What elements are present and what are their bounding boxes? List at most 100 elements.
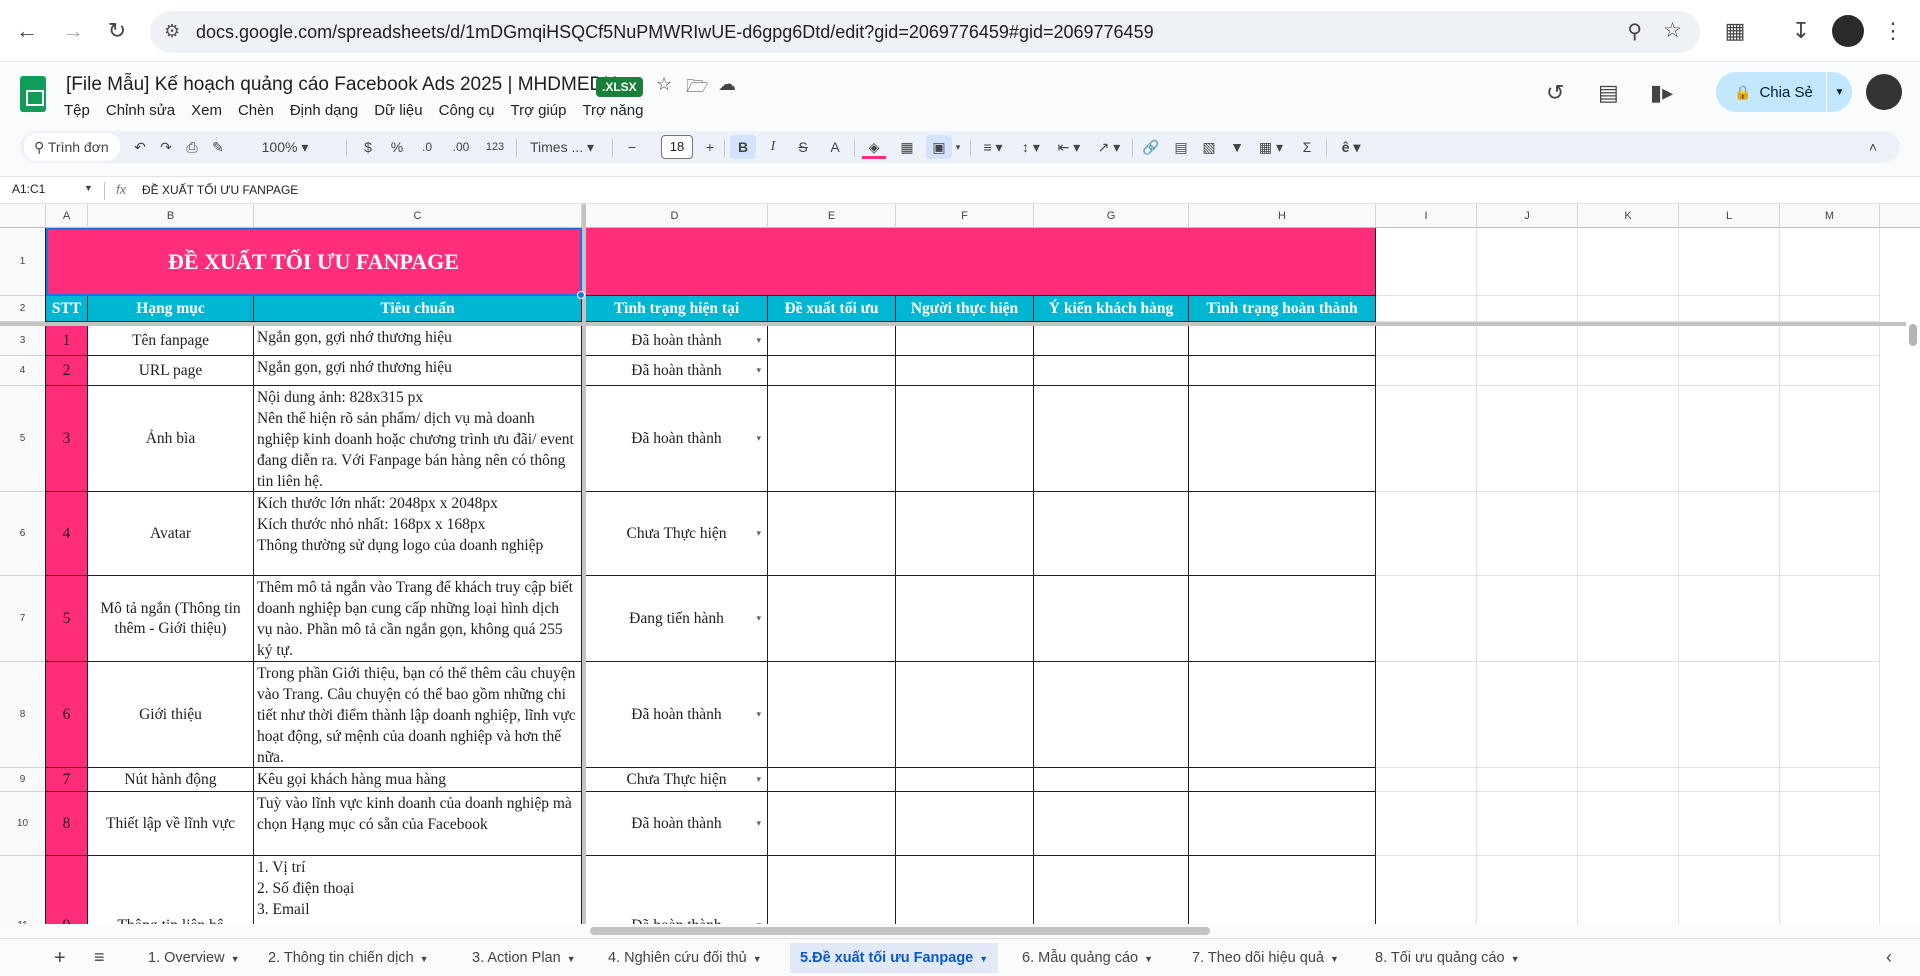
empty-data-cell[interactable] [1034,856,1189,924]
empty-cell[interactable] [1780,326,1880,356]
undo-icon[interactable]: ↶ [130,135,150,159]
empty-data-cell[interactable] [1189,576,1376,662]
empty-cell[interactable] [1780,768,1880,792]
more-formats-button[interactable]: 123 [482,135,508,159]
user-avatar[interactable] [1866,74,1902,110]
empty-cell[interactable] [1477,662,1578,768]
standard-cell[interactable]: Kích thước lớn nhất: 2048px x 2048px Kíc… [254,492,582,576]
category-cell[interactable]: Mô tả ngắn (Thông tin thêm - Giới thiệu) [88,576,254,662]
status-dropdown-cell[interactable]: Đã hoàn thành ▾ [586,856,768,924]
dropdown-chevron-icon[interactable]: ▾ [756,433,761,444]
menu-help[interactable]: Trợ giúp [502,100,574,121]
empty-cell[interactable] [1376,768,1477,792]
empty-cell[interactable] [1477,386,1578,492]
vertical-scroll-thumb[interactable] [1909,324,1917,346]
tab-chevron-down-icon[interactable]: ▼ [753,954,762,964]
all-sheets-list-icon[interactable]: ≡ [94,947,105,968]
empty-data-cell[interactable] [896,662,1034,768]
tab-chevron-down-icon[interactable]: ▼ [231,954,240,964]
empty-cell[interactable] [1477,492,1578,576]
empty-cell[interactable] [1780,576,1880,662]
dropdown-chevron-icon[interactable]: ▾ [756,709,761,720]
select-all-corner[interactable] [0,204,46,228]
empty-data-cell[interactable] [896,856,1034,924]
cloud-status-icon[interactable]: ☁ [718,74,736,95]
empty-cell[interactable] [1578,492,1679,576]
empty-cell[interactable] [1376,792,1477,856]
empty-cell[interactable] [1477,296,1578,322]
empty-cell[interactable] [1578,356,1679,386]
empty-cell[interactable] [1780,792,1880,856]
empty-data-cell[interactable] [1034,326,1189,356]
column-header-m[interactable]: M [1780,204,1880,228]
column-header-l[interactable]: L [1679,204,1780,228]
text-color-button[interactable]: A [824,135,846,159]
paint-format-icon[interactable]: ✎ [208,135,228,159]
empty-data-cell[interactable] [768,856,896,924]
empty-cell[interactable] [1376,326,1477,356]
tab-chevron-down-icon[interactable]: ▼ [1330,954,1339,964]
fill-color-icon[interactable]: ◈ [862,135,886,159]
menu-format[interactable]: Định dạng [282,100,366,121]
standard-cell[interactable]: Tuỳ vào lĩnh vực kinh doanh của doanh ng… [254,792,582,856]
empty-cell[interactable] [1477,856,1578,924]
row-header-10[interactable]: 10 [0,792,46,856]
dropdown-chevron-icon[interactable]: ▾ [756,528,761,539]
bold-button[interactable]: B [730,135,756,159]
share-dropdown-chevron-icon[interactable]: ▼ [1826,72,1852,112]
row-header-4[interactable]: 4 [0,356,46,386]
standard-cell[interactable]: Ngắn gọn, gợi nhớ thương hiệu [254,326,582,356]
empty-cell[interactable] [1679,326,1780,356]
column-header-f[interactable]: F [896,204,1034,228]
empty-cell[interactable] [1780,386,1880,492]
dropdown-chevron-icon[interactable]: ▾ [756,365,761,376]
standard-cell[interactable]: Ngắn gọn, gợi nhớ thương hiệu [254,356,582,386]
column-header-k[interactable]: K [1578,204,1679,228]
empty-data-cell[interactable] [896,326,1034,356]
row-header-7[interactable]: 7 [0,576,46,662]
empty-cell[interactable] [1679,662,1780,768]
empty-cell[interactable] [1679,768,1780,792]
site-settings-icon[interactable]: ⚙ [164,21,180,42]
empty-data-cell[interactable] [768,326,896,356]
empty-cell[interactable] [1376,228,1477,296]
empty-data-cell[interactable] [1189,768,1376,792]
empty-data-cell[interactable] [768,662,896,768]
stt-cell[interactable]: 3 [46,386,88,492]
move-folder-icon[interactable]: 🗁 [686,74,708,104]
sheet-tab[interactable]: 5.Đề xuất tối ưu Fanpage ▼ [790,943,999,973]
empty-cell[interactable] [1679,792,1780,856]
empty-cell[interactable] [1780,228,1880,296]
empty-cell[interactable] [1578,386,1679,492]
empty-data-cell[interactable] [896,492,1034,576]
status-dropdown-cell[interactable]: Đã hoàn thành ▾ [586,326,768,356]
menu-view[interactable]: Xem [183,100,230,121]
merge-cells-chevron-icon[interactable]: ▾ [952,135,964,159]
star-icon[interactable]: ☆ [656,74,672,95]
empty-cell[interactable] [1376,296,1477,322]
back-arrow-icon[interactable]: ← [10,14,44,48]
status-dropdown-cell[interactable]: Chưa Thực hiện ▾ [586,768,768,792]
row-header-6[interactable]: 6 [0,492,46,576]
empty-data-cell[interactable] [896,576,1034,662]
empty-cell[interactable] [1578,856,1679,924]
empty-cell[interactable] [1578,228,1679,296]
insert-comment-icon[interactable]: ▤ [1170,135,1192,159]
row-header-8[interactable]: 8 [0,662,46,768]
column-header-i[interactable]: I [1376,204,1477,228]
tab-chevron-down-icon[interactable]: ▼ [1144,954,1153,964]
print-icon[interactable]: ⎙ [182,135,202,159]
empty-cell[interactable] [1578,768,1679,792]
add-sheet-icon[interactable]: + [54,947,66,970]
empty-cell[interactable] [1578,326,1679,356]
url-text[interactable]: docs.google.com/spreadsheets/d/1mDGmqiHS… [196,22,1154,43]
sheet-tab[interactable]: 2. Thông tin chiến dịch ▼ [258,943,439,973]
empty-cell[interactable] [1679,576,1780,662]
empty-data-cell[interactable] [1034,386,1189,492]
empty-cell[interactable] [1780,356,1880,386]
tab-chevron-down-icon[interactable]: ▼ [567,954,576,964]
sheet-tab[interactable]: 8. Tối ưu quảng cáo ▼ [1365,943,1529,973]
empty-data-cell[interactable] [1034,356,1189,386]
strikethrough-button[interactable]: S [792,135,814,159]
menu-tools[interactable]: Công cụ [431,100,503,121]
